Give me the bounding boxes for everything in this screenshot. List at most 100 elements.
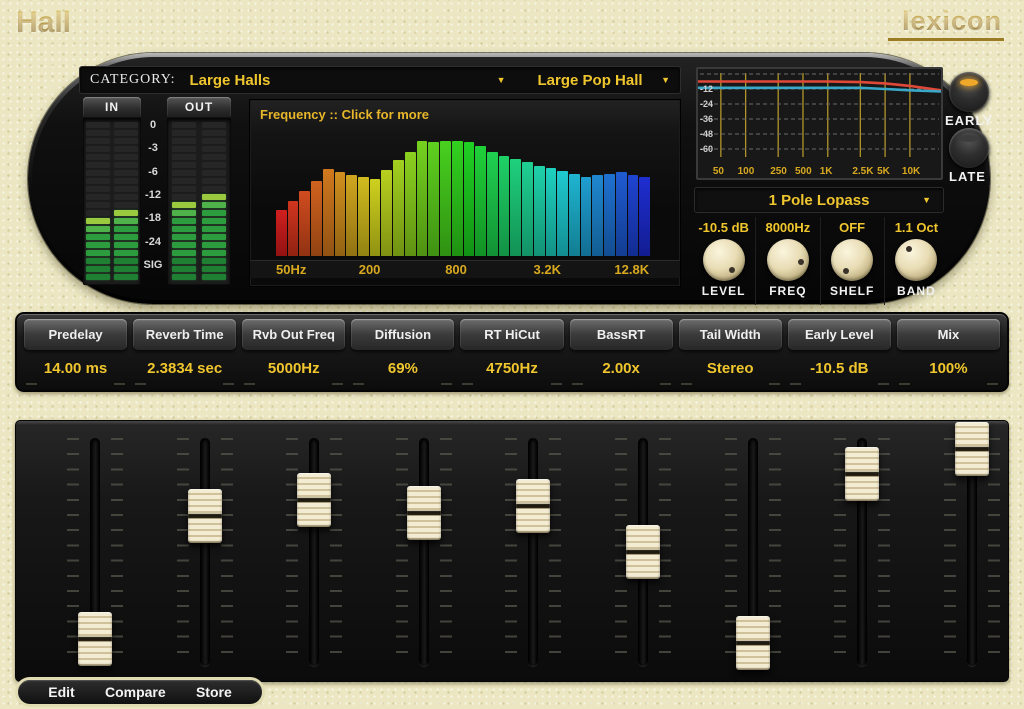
meter-segment xyxy=(114,210,138,216)
out-meter-label: OUT xyxy=(167,97,231,117)
fader-ticks xyxy=(505,438,517,666)
eq-y-tick: -60 xyxy=(700,144,713,154)
fader-cap-rt-hicut[interactable] xyxy=(516,479,550,533)
spectrum-bar xyxy=(299,191,310,256)
meter-segment xyxy=(202,130,226,136)
param-header-bassrt[interactable]: BassRT xyxy=(570,319,673,350)
meter-scale-tick: -3 xyxy=(136,142,170,154)
fader-track-diffusion[interactable] xyxy=(419,438,429,666)
parameter-strip: Predelay14.00 msReverb Time2.3834 secRvb… xyxy=(15,312,1009,392)
meter-segment xyxy=(86,162,110,168)
hall-logo: Hall xyxy=(16,6,71,40)
meter-segment xyxy=(172,250,196,256)
chevron-down-icon: ▼ xyxy=(661,75,670,85)
spectrum-bar xyxy=(604,174,615,256)
plugin-window: Hall lexicon CATEGORY: Large Halls ▼ Lar… xyxy=(0,0,1024,709)
fader-early-level xyxy=(807,421,917,681)
late-lamp-icon xyxy=(960,135,978,142)
param-header-early-level[interactable]: Early Level xyxy=(788,319,891,350)
filter-type-value: 1 Pole Lopass xyxy=(769,192,870,209)
param-header-predelay[interactable]: Predelay xyxy=(24,319,127,350)
fader-cap-diffusion[interactable] xyxy=(407,486,441,540)
eq-x-tick: 500 xyxy=(795,166,812,177)
meter-segment xyxy=(114,122,138,128)
store-button[interactable]: Store xyxy=(196,684,232,700)
knob-pointer-icon xyxy=(798,259,804,265)
spectrum-bar xyxy=(346,175,357,256)
meter-segment xyxy=(202,202,226,208)
meter-segment xyxy=(172,170,196,176)
fader-track-rt-hicut[interactable] xyxy=(528,438,538,666)
frequency-display[interactable]: Frequency :: Click for more 50Hz2008003.… xyxy=(249,99,681,287)
shelf-knob[interactable] xyxy=(831,239,873,281)
meter-segment xyxy=(86,178,110,184)
fader-cap-mix[interactable] xyxy=(955,422,989,476)
band-knob[interactable] xyxy=(895,239,937,281)
late-button[interactable] xyxy=(949,128,989,168)
fader-track-reverb-time[interactable] xyxy=(200,438,210,666)
early-button[interactable] xyxy=(949,72,989,112)
param-header-tail-width[interactable]: Tail Width xyxy=(679,319,782,350)
eq-x-tick: 2.5K xyxy=(852,166,873,177)
spectrum-bar xyxy=(358,177,369,256)
meter-segment xyxy=(172,146,196,152)
fader-bassrt xyxy=(588,421,698,681)
meter-segment xyxy=(202,194,226,200)
meter-segment xyxy=(86,186,110,192)
filter-type-dropdown[interactable]: 1 Pole Lopass ▼ xyxy=(694,187,944,213)
meter-segment xyxy=(172,178,196,184)
chevron-down-icon: ▼ xyxy=(922,195,931,205)
param-header-diffusion[interactable]: Diffusion xyxy=(351,319,454,350)
eq-x-tick: 250 xyxy=(770,166,787,177)
in-meter xyxy=(83,118,141,285)
meter-segment xyxy=(202,234,226,240)
spectrum-bar xyxy=(311,181,322,256)
meter-segment xyxy=(86,218,110,224)
fader-cap-predelay[interactable] xyxy=(78,612,112,666)
param-col-predelay: Predelay14.00 ms xyxy=(21,317,130,387)
meter-segment xyxy=(86,194,110,200)
fader-tail-width xyxy=(698,421,808,681)
fader-cap-reverb-time[interactable] xyxy=(188,489,222,543)
fader-cap-early-level[interactable] xyxy=(845,447,879,501)
meter-segment xyxy=(172,162,196,168)
edit-button[interactable]: Edit xyxy=(48,684,74,700)
knob-cell-level: -10.5 dBLEVEL xyxy=(692,217,755,305)
meter-segment xyxy=(202,154,226,160)
fader-predelay xyxy=(40,421,150,681)
meter-segment xyxy=(114,250,138,256)
meter-segment xyxy=(114,162,138,168)
footer-button-bar: Edit Compare Store xyxy=(18,680,262,704)
freq-knob[interactable] xyxy=(767,239,809,281)
meter-segment xyxy=(202,170,226,176)
category-dropdown[interactable]: Large Halls ▼ xyxy=(176,72,506,89)
late-button-label: LATE xyxy=(949,169,986,184)
meter-segment xyxy=(172,258,196,264)
in-meter-label: IN xyxy=(83,97,141,117)
meter-segment xyxy=(86,258,110,264)
meter-segment xyxy=(86,250,110,256)
meter-segment xyxy=(86,226,110,232)
meter-segment xyxy=(172,242,196,248)
meter-segment xyxy=(114,218,138,224)
spectrum-bar xyxy=(464,142,475,256)
param-header-rt-hicut[interactable]: RT HiCut xyxy=(460,319,563,350)
fader-cap-tail-width[interactable] xyxy=(736,616,770,670)
fader-cap-bassrt[interactable] xyxy=(626,525,660,579)
band-value: 1.1 Oct xyxy=(895,217,938,239)
param-header-reverb-time[interactable]: Reverb Time xyxy=(133,319,236,350)
spectrum-bar xyxy=(487,152,498,256)
param-header-mix[interactable]: Mix xyxy=(897,319,1000,350)
category-label: CATEGORY: xyxy=(90,72,176,88)
meter-segment xyxy=(202,242,226,248)
meter-segment xyxy=(86,130,110,136)
fader-cap-rvb-out-freq[interactable] xyxy=(297,473,331,527)
preset-dropdown[interactable]: Large Pop Hall ▼ xyxy=(506,72,670,89)
param-header-rvb-out-freq[interactable]: Rvb Out Freq xyxy=(242,319,345,350)
spectrum-bar xyxy=(452,141,463,256)
level-knob[interactable] xyxy=(703,239,745,281)
param-value-reverb-time: 2.3834 sec xyxy=(130,350,239,387)
compare-button[interactable]: Compare xyxy=(105,684,166,700)
param-value-rt-hicut: 4750Hz xyxy=(457,350,566,387)
meter-segment xyxy=(202,226,226,232)
